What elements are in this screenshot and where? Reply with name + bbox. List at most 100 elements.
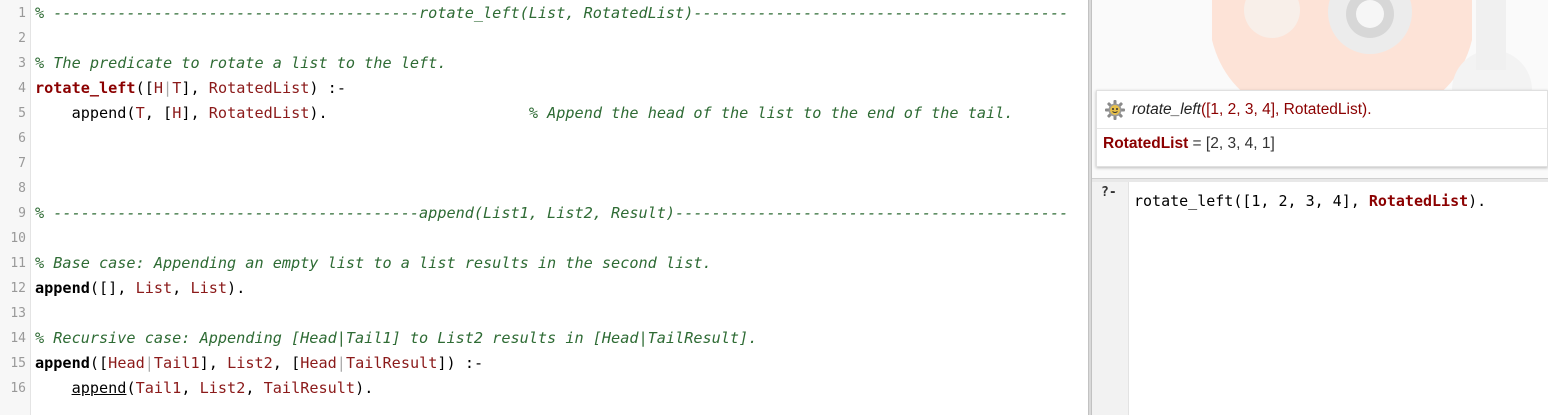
code-line[interactable]: 11 % Base case: Appending an empty list t… <box>0 251 1088 276</box>
code-token: | <box>336 354 346 372</box>
line-number: 15 <box>10 356 26 371</box>
code-token: | <box>144 354 154 372</box>
code-token: append <box>35 279 90 297</box>
code-token: ( <box>126 379 136 397</box>
code-token: Tail1 <box>135 379 182 397</box>
line-number: 13 <box>10 306 26 321</box>
answer-value: = [2, 3, 4, 1] <box>1188 135 1275 152</box>
code-token: H <box>172 104 182 122</box>
line-number: 11 <box>10 256 26 271</box>
code-token: , [ <box>144 104 173 122</box>
code-token: % --------------------------------------… <box>35 4 1069 22</box>
code-token: List2 <box>227 354 273 372</box>
code-line[interactable]: 13 <box>0 301 1088 326</box>
line-number: 5 <box>18 106 26 121</box>
code-token: append <box>35 354 90 372</box>
code-token: List <box>135 279 173 297</box>
line-number: 9 <box>18 206 26 221</box>
code-token: append( <box>35 104 136 122</box>
line-code: rotate_left([H|T], RotatedList) :- <box>35 76 346 101</box>
line-number: 12 <box>10 281 26 296</box>
line-number: 8 <box>18 181 26 196</box>
line-number: 3 <box>18 56 26 71</box>
code-token: ) :- <box>309 79 346 97</box>
query-prompt: ?- <box>1101 185 1117 200</box>
query-input-post: ). <box>1468 192 1487 210</box>
query-console[interactable]: ?- rotate_left([1, 2, 3, 4], RotatedList… <box>1092 182 1548 415</box>
gear-icon[interactable] <box>1104 99 1126 121</box>
query-text: rotate_left([1, 2, 3, 4], RotatedList). <box>1132 101 1372 119</box>
line-code: % --------------------------------------… <box>35 1 1068 26</box>
code-token: ). <box>309 104 529 122</box>
code-token: | <box>163 79 173 97</box>
answer-variable: RotatedList <box>1103 135 1189 152</box>
code-token: TailResult <box>263 379 356 397</box>
line-number: 7 <box>18 156 26 171</box>
line-code: % The predicate to rotate a list to the … <box>35 51 446 76</box>
code-line[interactable]: 5 append(T, [H], RotatedList). % Append … <box>0 101 1088 126</box>
code-token: , [ <box>272 354 301 372</box>
code-line[interactable]: 12 append([], List, List). <box>0 276 1088 301</box>
prompt-gutter: ?- <box>1092 182 1129 415</box>
code-token: TailResult <box>345 354 438 372</box>
line-number: 16 <box>10 381 26 396</box>
code-token: ([ <box>89 354 109 372</box>
code-token: List <box>190 279 228 297</box>
code-token: append <box>71 379 127 397</box>
code-line[interactable]: 3 % The predicate to rotate a list to the… <box>0 51 1088 76</box>
divider <box>1097 128 1547 129</box>
line-code: append([Head|Tail1], List2, [Head|TailRe… <box>35 351 483 376</box>
line-number: 1 <box>18 6 26 21</box>
code-line[interactable]: 14 % Recursive case: Appending [Head|Tail… <box>0 326 1088 351</box>
code-token: ). <box>355 379 374 397</box>
line-number: 2 <box>18 31 26 46</box>
code-line[interactable]: 9 % -------------------------------------… <box>0 201 1088 226</box>
code-token: Tail1 <box>153 354 200 372</box>
answer-row: RotatedList = [2, 3, 4, 1] <box>1103 135 1275 153</box>
code-token: RotatedList <box>208 104 310 122</box>
code-token: ). <box>227 279 246 297</box>
code-token: , <box>245 379 264 397</box>
source-editor[interactable]: 1 % -------------------------------------… <box>0 0 1088 415</box>
code-line[interactable]: 6 <box>0 126 1088 151</box>
line-number: 4 <box>18 81 26 96</box>
line-code: append(T, [H], RotatedList). % Append th… <box>35 101 1014 126</box>
line-code: % --------------------------------------… <box>35 201 1068 226</box>
line-number: 6 <box>18 131 26 146</box>
code-token: ([ <box>135 79 154 97</box>
code-line[interactable]: 10 <box>0 226 1088 251</box>
query-result-card: rotate_left([1, 2, 3, 4], RotatedList). … <box>1096 90 1548 167</box>
code-token: rotate_left <box>35 79 136 97</box>
line-code: % Base case: Appending an empty list to … <box>35 251 712 276</box>
code-token: ], <box>181 104 209 122</box>
code-token: Head <box>108 354 145 372</box>
code-token: ([], <box>89 279 136 297</box>
code-line[interactable]: 7 <box>0 151 1088 176</box>
code-line[interactable]: 4 rotate_left([H|T], RotatedList) :- <box>0 76 1088 101</box>
code-token: % Recursive case: Appending [Head|Tail1]… <box>35 329 758 347</box>
code-line[interactable]: 2 <box>0 26 1088 51</box>
code-token: T <box>135 104 145 122</box>
line-code: append([], List, List). <box>35 276 245 301</box>
code-token: % --------------------------------------… <box>35 204 1069 222</box>
code-line[interactable]: 8 <box>0 176 1088 201</box>
query-input-pre: rotate_left([1, 2, 3, 4], <box>1134 192 1369 210</box>
code-token: ]) :- <box>437 354 484 372</box>
results-pane: rotate_left([1, 2, 3, 4], RotatedList). … <box>1092 0 1548 178</box>
query-predicate: rotate_left <box>1132 101 1201 118</box>
code-line[interactable]: 16 append(Tail1, List2, TailResult). <box>0 376 1088 401</box>
query-input-variable: RotatedList <box>1368 192 1469 210</box>
code-token: ], <box>181 79 209 97</box>
code-line[interactable]: 1 % -------------------------------------… <box>0 1 1088 26</box>
query-input[interactable]: rotate_left([1, 2, 3, 4], RotatedList). <box>1134 192 1486 210</box>
query-args: ([1, 2, 3, 4], RotatedList). <box>1200 101 1372 118</box>
code-token: Head <box>300 354 337 372</box>
code-token: % Base case: Appending an empty list to … <box>35 254 712 272</box>
query-header[interactable]: rotate_left([1, 2, 3, 4], RotatedList). <box>1104 97 1372 123</box>
code-token: , <box>181 379 200 397</box>
code-line[interactable]: 15 append([Head|Tail1], List2, [Head|Tail… <box>0 351 1088 376</box>
line-code: % Recursive case: Appending [Head|Tail1]… <box>35 326 757 351</box>
code-token: List2 <box>199 379 246 397</box>
code-token: RotatedList <box>208 79 310 97</box>
